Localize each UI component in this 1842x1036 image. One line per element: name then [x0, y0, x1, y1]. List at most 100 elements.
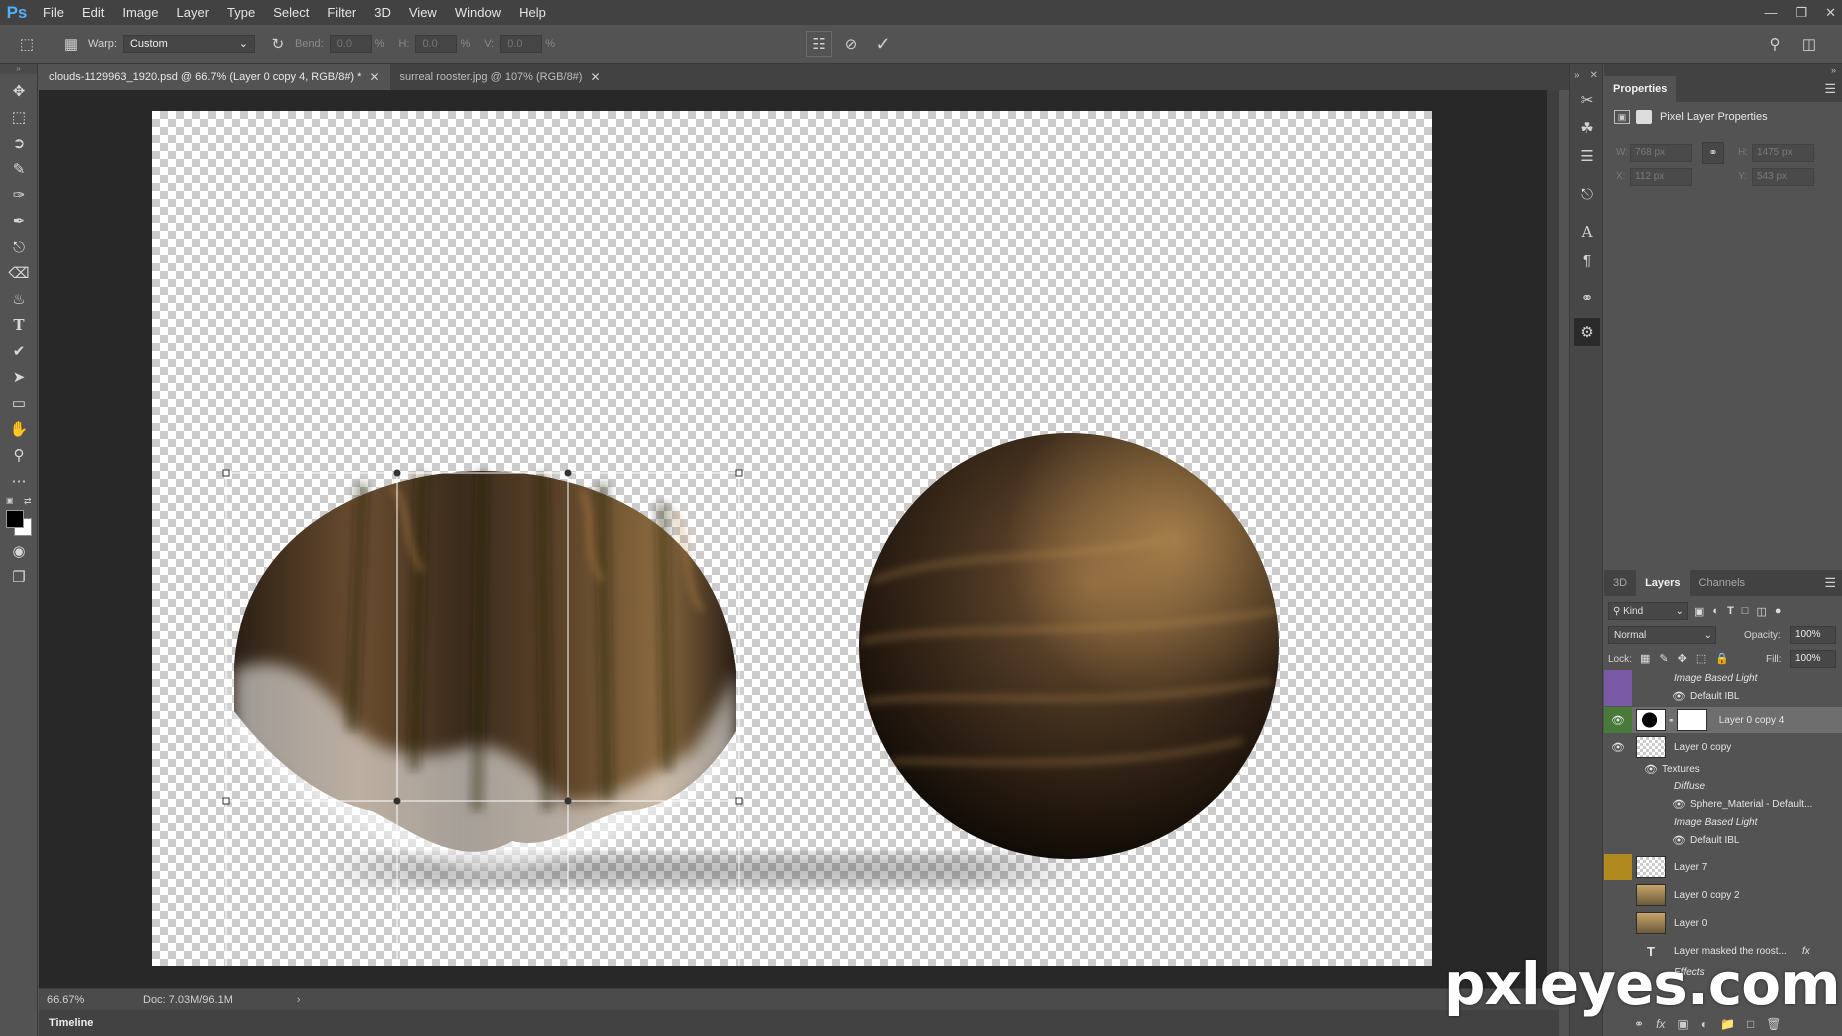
shape-filter-icon[interactable]: □: [1742, 605, 1749, 617]
clone-source-icon[interactable]: ⎋: [1570, 180, 1604, 208]
swap-colors-icon[interactable]: ⇄: [24, 496, 32, 507]
menu-view[interactable]: View: [400, 0, 446, 25]
y-field[interactable]: 543 px: [1752, 168, 1814, 186]
list-item[interactable]: 👁 Sphere_Material - Default...: [1604, 794, 1842, 814]
warp-select[interactable]: Custom ⌄: [122, 35, 255, 53]
eyedropper-icon[interactable]: ✑: [0, 182, 38, 208]
pen-icon[interactable]: ✔: [0, 338, 38, 364]
move-icon[interactable]: ✥: [0, 78, 38, 104]
table-row[interactable]: Layer 0: [1604, 910, 1842, 936]
type-filter-icon[interactable]: T: [1727, 605, 1734, 617]
panel-grip-icon[interactable]: »: [0, 64, 37, 74]
w-field[interactable]: 768 px: [1630, 144, 1692, 162]
canvas-area[interactable]: [39, 90, 1547, 988]
visibility-cell[interactable]: [1604, 882, 1632, 908]
eraser-icon[interactable]: ⌫: [0, 260, 38, 286]
document-canvas[interactable]: [152, 111, 1432, 966]
opacity-field[interactable]: 100%: [1790, 626, 1836, 644]
timeline-tab[interactable]: Timeline: [49, 1017, 93, 1029]
zoom-icon[interactable]: ⚲: [0, 442, 38, 468]
close-icon[interactable]: ✕: [590, 70, 600, 84]
link-layers-icon[interactable]: ⚭: [1634, 1017, 1644, 1031]
table-row[interactable]: Layer 7: [1604, 854, 1842, 880]
menu-edit[interactable]: Edit: [73, 0, 113, 25]
table-row[interactable]: 👁 Layer 0 copy: [1604, 734, 1842, 760]
filter-toggle-icon[interactable]: ●: [1775, 605, 1782, 617]
transform-tool-icon[interactable]: ⬚: [14, 31, 40, 57]
visibility-cell[interactable]: [1604, 910, 1632, 936]
x-field[interactable]: 112 px: [1630, 168, 1692, 186]
list-item[interactable]: Image Based Light: [1604, 670, 1842, 686]
restore-icon[interactable]: ❐: [1795, 5, 1807, 21]
close-icon[interactable]: ✕: [369, 70, 379, 84]
adjustment-filter-icon[interactable]: ◐: [1712, 605, 1719, 617]
delete-layer-icon[interactable]: 🗑: [1766, 1017, 1781, 1031]
blend-mode-select[interactable]: Normal ⌄: [1608, 626, 1716, 644]
zoom-level[interactable]: 66.67%: [47, 994, 127, 1006]
screen-mode-icon[interactable]: ❐: [0, 564, 38, 590]
canvas-scrollbar[interactable]: [1547, 90, 1559, 988]
default-colors-icon[interactable]: ▣: [6, 496, 14, 505]
hand-icon[interactable]: ✋: [0, 416, 38, 442]
commit-transform-icon[interactable]: ✓: [870, 31, 896, 57]
chain-icon[interactable]: ⚭: [1668, 716, 1675, 725]
panel-menu-icon[interactable]: ☰: [1824, 570, 1836, 596]
menu-3d[interactable]: 3D: [365, 0, 400, 25]
workspace-icon[interactable]: ◫: [1796, 31, 1822, 57]
brush-settings-icon[interactable]: ☘: [1570, 114, 1604, 142]
new-layer-icon[interactable]: □: [1747, 1017, 1754, 1031]
search-icon[interactable]: ⚲: [1762, 31, 1788, 57]
path-select-icon[interactable]: ➤: [0, 364, 38, 390]
new-group-icon[interactable]: 📁: [1720, 1017, 1735, 1031]
close-icon[interactable]: ✕: [1825, 5, 1836, 21]
quick-select-icon[interactable]: ✎: [0, 156, 38, 182]
tab-3d[interactable]: 3D: [1604, 570, 1636, 596]
list-item[interactable]: 👁 Default IBL: [1604, 830, 1842, 850]
paragraph-icon[interactable]: ¶: [1570, 246, 1604, 274]
lock-transparent-icon[interactable]: ▦: [1640, 652, 1650, 665]
warp-grid-icon[interactable]: ▦: [58, 31, 84, 57]
pixel-filter-icon[interactable]: ▣: [1694, 605, 1704, 618]
lock-pixels-icon[interactable]: ✎: [1659, 652, 1668, 665]
minimize-icon[interactable]: —: [1764, 5, 1777, 20]
menu-select[interactable]: Select: [264, 0, 318, 25]
menu-image[interactable]: Image: [113, 0, 167, 25]
adjustments-icon[interactable]: ☰: [1570, 142, 1604, 170]
bucket-icon[interactable]: ♨: [0, 286, 38, 312]
layer-thumbnail[interactable]: [1636, 912, 1666, 934]
layer-thumbnail[interactable]: [1636, 884, 1666, 906]
panel-menu-icon[interactable]: ☰: [1824, 76, 1836, 102]
collapse-icon[interactable]: »: [1574, 70, 1580, 81]
marquee-icon[interactable]: ⬚: [0, 104, 38, 130]
h-field[interactable]: 0.0: [415, 35, 458, 53]
layer-thumbnail[interactable]: [1636, 856, 1666, 878]
fill-field[interactable]: 100%: [1790, 650, 1836, 668]
quick-mask-icon[interactable]: ◉: [0, 538, 38, 564]
warp-orientation-icon[interactable]: ↻: [265, 31, 291, 57]
list-item[interactable]: 👁 Default IBL: [1604, 686, 1842, 706]
tab-clouds-psd[interactable]: clouds-1129963_1920.psd @ 66.7% (Layer 0…: [39, 64, 390, 90]
mask-thumbnail[interactable]: [1676, 709, 1707, 731]
stamp-icon[interactable]: ⎋: [0, 234, 38, 260]
v-field[interactable]: 0.0: [500, 35, 543, 53]
eye-icon[interactable]: 👁: [1611, 741, 1625, 754]
close-icon[interactable]: ✕: [1590, 70, 1598, 81]
warp-mode-icon[interactable]: ☷: [806, 31, 832, 57]
link-icon[interactable]: ⚭: [1702, 142, 1724, 164]
smart-filter-icon[interactable]: ◫: [1756, 605, 1766, 618]
eye-icon[interactable]: 👁: [1611, 714, 1625, 727]
layer-thumbnail[interactable]: [1636, 709, 1666, 731]
layer-thumbnail[interactable]: [1636, 736, 1666, 758]
bend-field[interactable]: 0.0: [329, 35, 372, 53]
eye-icon[interactable]: 👁: [1644, 763, 1658, 776]
character-icon[interactable]: A: [1570, 218, 1604, 246]
status-menu-icon[interactable]: ›: [297, 994, 301, 1006]
menu-file[interactable]: File: [34, 0, 73, 25]
type-icon[interactable]: T: [0, 312, 38, 338]
menu-filter[interactable]: Filter: [318, 0, 365, 25]
fx-icon[interactable]: fx: [1656, 1017, 1665, 1031]
yellow-color-tag[interactable]: [1604, 854, 1632, 880]
menu-window[interactable]: Window: [446, 0, 510, 25]
eye-icon[interactable]: 👁: [1672, 798, 1686, 811]
collapse-icon[interactable]: »: [1604, 64, 1842, 76]
